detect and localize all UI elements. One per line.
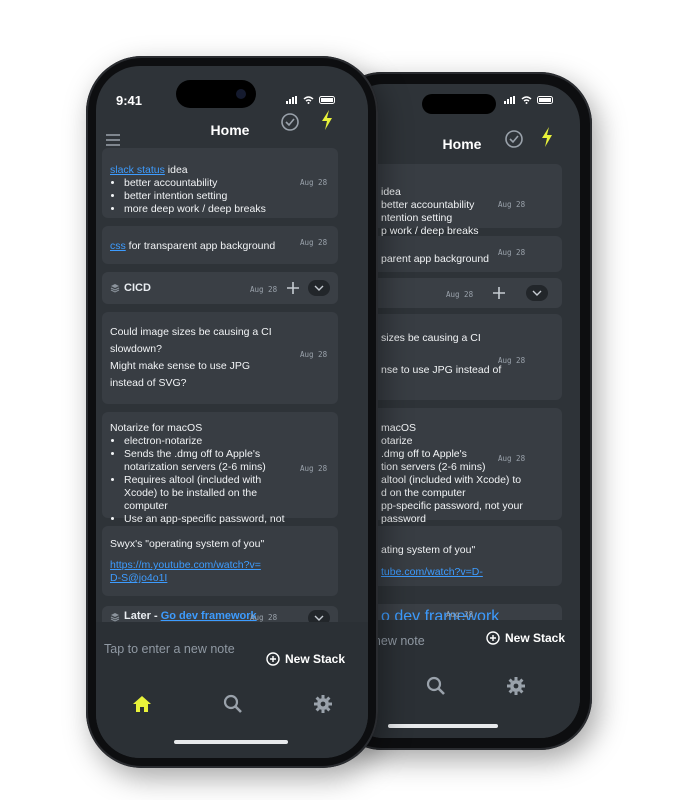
front-phone-screen: 9:41 Home slack status idea better accou… — [96, 66, 368, 758]
search-icon[interactable] — [223, 694, 243, 714]
note-card[interactable]: Notarize for macOS electron-notarize Sen… — [102, 412, 338, 538]
back-bolt-icon[interactable] — [540, 126, 554, 148]
note-body: css for transparent app background — [110, 240, 276, 252]
check-circle-icon[interactable] — [280, 112, 300, 132]
stack-date: Aug 28 — [250, 285, 278, 294]
status-icons — [286, 96, 337, 104]
new-stack-button[interactable]: New Stack — [266, 652, 345, 666]
stack-row-cicd[interactable]: CICD Aug 28 — [102, 272, 338, 304]
plus-circle-icon — [266, 652, 280, 666]
back-status-icons — [504, 96, 555, 104]
back-phone-screen: Home idea better accountability ntention… — [344, 84, 580, 738]
wifi-icon — [521, 96, 532, 104]
tab-bar — [96, 684, 368, 724]
plus-icon[interactable] — [286, 281, 300, 295]
note-link[interactable]: css — [110, 240, 126, 252]
back-composer-panel: Tap to enter a new note New Stack — [344, 620, 580, 738]
gear-icon[interactable] — [506, 676, 526, 696]
note-bullets: electron-notarize Sends the .dmg off to … — [110, 435, 292, 539]
note-date: Aug 28 — [300, 464, 328, 473]
note-bullets: better accountability better intention s… — [110, 177, 280, 216]
note-date: Aug 28 — [300, 178, 328, 187]
stack-icon — [110, 613, 120, 622]
note-body: Could image sizes be causing a CI slowdo… — [110, 326, 272, 389]
note-date: Aug 28 — [300, 350, 328, 359]
note-date: Aug 28 — [300, 238, 328, 247]
stack-expand-button[interactable] — [308, 280, 330, 296]
back-tab-bar — [344, 666, 580, 706]
back-note-text: idea better accountability ntention sett… — [381, 186, 479, 237]
plus-circle-icon — [486, 631, 500, 645]
chevron-down-icon — [532, 290, 542, 296]
back-check-circle-icon[interactable] — [504, 129, 524, 149]
note-card[interactable]: Swyx's "operating system of you" https:/… — [102, 526, 338, 596]
dynamic-island — [176, 80, 256, 108]
front-camera — [236, 89, 246, 99]
battery-icon — [319, 96, 335, 104]
stack-name: Later - Go dev framework — [124, 610, 257, 622]
back-home-indicator — [388, 724, 498, 728]
back-chevron-button[interactable] — [526, 285, 548, 301]
note-card[interactable]: css for transparent app background Aug 2… — [102, 226, 338, 264]
note-card[interactable]: Could image sizes be causing a CI slowdo… — [102, 312, 338, 404]
bolt-icon[interactable] — [320, 109, 334, 131]
front-phone: 9:41 Home slack status idea better accou… — [86, 56, 378, 768]
chevron-down-icon — [314, 285, 324, 291]
status-time: 9:41 — [116, 93, 143, 108]
back-note-date: Aug 28 — [498, 248, 526, 257]
back-plus-icon[interactable] — [492, 286, 506, 300]
note-card[interactable]: slack status idea better accountability … — [102, 148, 338, 218]
back-camera-island — [422, 94, 496, 114]
stack-date: Aug 28 — [250, 613, 278, 622]
back-new-stack-button[interactable]: New Stack — [486, 631, 565, 645]
wifi-icon — [303, 96, 314, 104]
composer-panel: Tap to enter a new note New Stack — [96, 622, 368, 758]
battery-icon — [537, 96, 553, 104]
new-note-input[interactable]: Tap to enter a new note — [104, 642, 235, 656]
back-note-date: Aug 28 — [498, 200, 526, 209]
note-body: slack status idea better accountability … — [110, 164, 280, 216]
signal-icon — [286, 96, 297, 104]
stack-icon — [110, 284, 120, 293]
note-link[interactable]: slack status — [110, 164, 165, 176]
search-icon[interactable] — [426, 676, 446, 696]
note-body: Swyx's "operating system of you" https:/… — [110, 538, 265, 585]
note-body: Notarize for macOS electron-notarize Sen… — [110, 422, 292, 539]
stack-name: CICD — [124, 282, 151, 294]
gear-icon[interactable] — [313, 694, 333, 714]
home-indicator — [174, 740, 288, 744]
signal-icon — [504, 96, 515, 104]
note-link[interactable]: https://m.youtube.com/watch?v=D-S@jo4o1I — [110, 559, 265, 585]
home-icon[interactable] — [131, 694, 153, 714]
